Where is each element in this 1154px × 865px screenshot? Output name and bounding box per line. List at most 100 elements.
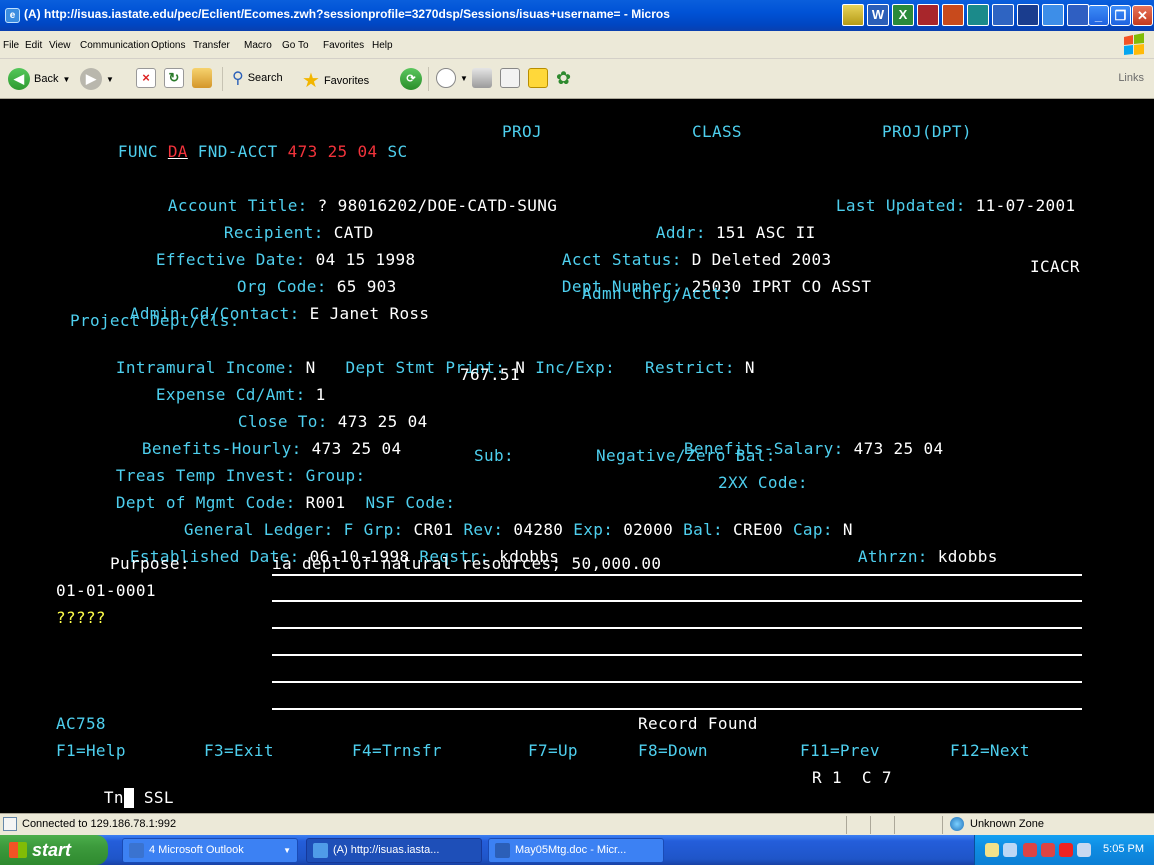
discuss-button[interactable] <box>528 68 548 88</box>
minimize-button[interactable]: _ <box>1088 5 1109 26</box>
publisher-icon[interactable] <box>967 4 989 26</box>
forward-dropdown-icon[interactable]: ▼ <box>106 75 114 84</box>
menu-macro[interactable]: Macro <box>244 40 272 51</box>
outlook-icon[interactable] <box>992 4 1014 26</box>
fkey-exit[interactable]: F3=Exit <box>204 741 274 761</box>
messenger-button[interactable]: ✿ <box>556 68 571 89</box>
mail-icon <box>436 68 456 88</box>
menu-view[interactable]: View <box>49 40 71 51</box>
restrict-label: Restrict: <box>645 358 735 377</box>
back-button[interactable]: ◀ Back ▼ <box>8 68 70 90</box>
purpose-line-4[interactable] <box>272 654 1082 656</box>
volume-tray-icon[interactable] <box>1077 843 1091 857</box>
purpose-line-2[interactable] <box>272 600 1082 602</box>
func-input[interactable]: DA <box>168 142 188 161</box>
text-cursor <box>123 788 134 808</box>
powerpoint-icon[interactable] <box>942 4 964 26</box>
shield-tray-icon[interactable] <box>1023 843 1037 857</box>
home-button[interactable] <box>192 68 212 88</box>
security-zone: Unknown Zone <box>970 818 1044 830</box>
taskbar-ie[interactable]: (A) http://isuas.iasta... <box>306 838 482 863</box>
messenger-icon: ✿ <box>556 68 572 88</box>
edit-icon <box>500 68 520 88</box>
benefits-salary-value[interactable]: 473 25 04 <box>854 439 944 458</box>
access-icon[interactable] <box>917 4 939 26</box>
status-bar: Connected to 129.186.78.1:992 Unknown Zo… <box>0 813 1154 835</box>
last-updated-value: 11-07-2001 <box>975 196 1076 215</box>
word-icon[interactable]: W <box>867 4 889 26</box>
org-code-row: Org Code: 65 903 <box>177 257 397 296</box>
favorites-button[interactable]: ★ Favorites <box>302 68 369 93</box>
windows-flag-icon <box>9 842 27 858</box>
history-button[interactable]: ⟳ <box>400 68 422 90</box>
menu-edit[interactable]: Edit <box>25 40 42 51</box>
toolbar: ◀ Back ▼ ▶ ▼ × ↻ ⚲ Search ★ Favorites ⟳ <box>0 59 1154 99</box>
menu-goto[interactable]: Go To <box>282 40 309 51</box>
menu-communication[interactable]: Communication <box>80 40 149 51</box>
fkey-up[interactable]: F7=Up <box>528 741 578 761</box>
status-divider <box>942 816 943 834</box>
fkey-down[interactable]: F8=Down <box>638 741 708 761</box>
taskbar: start 4 Microsoft Outlook ▼ (A) http://i… <box>0 835 1154 865</box>
chevron-down-icon: ▼ <box>283 846 291 855</box>
quicklaunch-icon-1[interactable] <box>842 4 864 26</box>
network-tray-icon[interactable] <box>1003 843 1017 857</box>
desktop-icon[interactable] <box>1017 4 1039 26</box>
menu-file[interactable]: File <box>3 40 19 51</box>
restore-button[interactable]: ❐ <box>1110 5 1131 26</box>
taskbar-word-label: May05Mtg.doc - Micr... <box>515 844 627 856</box>
close-button[interactable]: ✕ <box>1132 5 1153 26</box>
dept-mgmt-row: Dept of Mgmt Code: R001 NSF Code: <box>56 473 455 512</box>
ie-quicklaunch-icon[interactable] <box>1042 4 1064 26</box>
restrict-value[interactable]: N <box>745 358 755 377</box>
admin-value[interactable]: E Janet Ross <box>310 304 430 323</box>
menu-favorites[interactable]: Favorites <box>323 40 364 51</box>
purpose-line-3[interactable] <box>272 627 1082 629</box>
print-button[interactable] <box>472 68 492 88</box>
edit-button[interactable] <box>500 68 520 88</box>
stop-button[interactable]: × <box>136 68 156 88</box>
taskbar-outlook[interactable]: 4 Microsoft Outlook ▼ <box>122 838 298 863</box>
menu-help[interactable]: Help <box>372 40 393 51</box>
command-line[interactable]: Tn SSL <box>44 768 174 808</box>
intramural-row: Intramural Income: N Dept Stmt Print: N … <box>56 338 755 377</box>
system-tray: 5:05 PM <box>974 835 1154 865</box>
purpose-line-6[interactable] <box>272 708 1082 710</box>
fkey-trnsfr[interactable]: F4=Trnsfr <box>352 741 442 761</box>
back-dropdown-icon[interactable]: ▼ <box>62 75 70 84</box>
mail-button[interactable]: ▼ <box>436 68 468 88</box>
menu-options[interactable]: Options <box>151 40 185 51</box>
terminal-screen[interactable]: FUNC DA FND-ACCT 473 25 04 SC PROJ CLASS… <box>0 100 1154 813</box>
purpose-label: Purpose: <box>110 554 190 573</box>
excel-icon[interactable]: X <box>892 4 914 26</box>
fkey-prev[interactable]: F11=Prev <box>800 741 880 761</box>
norton-tray-icon[interactable] <box>1059 843 1073 857</box>
last-updated-label: Last Updated: <box>835 196 966 215</box>
purpose-line-5[interactable] <box>272 681 1082 683</box>
fkey-next[interactable]: F12=Next <box>950 741 1030 761</box>
menu-transfer[interactable]: Transfer <box>193 40 230 51</box>
taskbar-word[interactable]: May05Mtg.doc - Micr... <box>488 838 664 863</box>
cmd-value[interactable]: SSL <box>144 788 174 807</box>
ie-icon: e <box>5 8 20 23</box>
mail-tray-icon[interactable] <box>985 843 999 857</box>
proj-label: PROJ <box>502 122 542 141</box>
fnd-acct-input[interactable]: 473 25 04 <box>288 142 378 161</box>
antivirus-tray-icon[interactable] <box>1041 843 1055 857</box>
links-label[interactable]: Links <box>1118 72 1144 84</box>
media-icon[interactable] <box>1067 4 1089 26</box>
athrzn-value[interactable]: kdobbs <box>938 547 998 566</box>
bal-value[interactable]: CRE00 <box>733 520 783 539</box>
purpose-line-1[interactable]: ia dept of natural resources; 50,000.00 <box>272 554 661 574</box>
title-bar[interactable]: e (A) http://isuas.iastate.edu/pec/Eclie… <box>0 0 1154 31</box>
search-button[interactable]: ⚲ Search <box>232 68 283 88</box>
refresh-button[interactable]: ↻ <box>164 68 184 88</box>
fkey-help[interactable]: F1=Help <box>56 741 126 761</box>
addr-row: Addr: 151 ASC II <box>596 203 816 242</box>
forward-button[interactable]: ▶ ▼ <box>80 68 114 90</box>
start-button[interactable]: start <box>0 835 108 865</box>
clock[interactable]: 5:05 PM <box>1103 843 1144 855</box>
expense-amt-value[interactable]: 767.51 <box>460 365 520 385</box>
exp-value[interactable]: 02000 <box>623 520 673 539</box>
mail-dropdown-icon[interactable]: ▼ <box>460 74 468 83</box>
